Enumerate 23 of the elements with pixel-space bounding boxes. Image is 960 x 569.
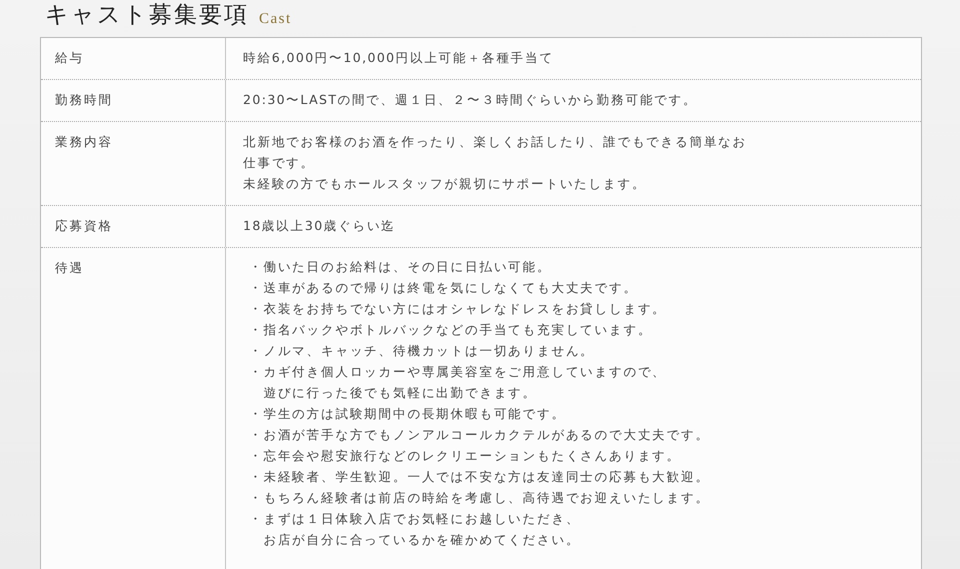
benefit-item: ・送車があるので帰りは終電を気にしなくても大丈夫です。: [249, 279, 639, 297]
benefit-item: ・働いた日のお給料は、その日に日払い可能。: [249, 258, 552, 276]
row-label: 勤務時間: [55, 92, 113, 107]
row-value: 20:30〜LASTの間で、週１日、２〜３時間ぐらいから勤務可能です。: [243, 91, 698, 109]
benefit-item: ・カギ付き個人ロッカーや専属美容室をご用意していますので、 遊びに行った後でも気軽に出勤できます。: [249, 363, 668, 402]
benefit-item: ・忘年会や慰安旅行などのレクリエーションもたくさんあります。: [249, 447, 682, 465]
benefit-item: ・ノルマ、キャッチ、待機カットは一切ありません。: [249, 342, 596, 360]
row-value: 時給6,000円〜10,000円以上可能＋各種手当て: [243, 49, 555, 67]
page-subtitle: Cast: [259, 12, 292, 27]
row-value: 北新地でお客様のお酒を作ったり、楽しくお話したり、誰でもできる簡単なお 仕事です。 未経験の方でもホールスタッフが親切にサポートいたします。: [243, 133, 748, 193]
page-title: キャスト募集要項: [45, 4, 249, 27]
row-label: 給与: [55, 50, 84, 65]
benefit-item: ・お酒が苦手な方でもノンアルコールカクテルがあるので大丈夫です。: [249, 426, 711, 444]
benefit-item: ・指名バックやボトルバックなどの手当ても充実しています。: [249, 321, 654, 339]
row-label: 待遇: [55, 260, 84, 275]
benefit-item: ・未経験者、学生歓迎。一人では不安な方は友達同士の応募も大歓迎。: [249, 468, 711, 486]
row-label: 業務内容: [55, 134, 113, 149]
benefit-item: ・まずは１日体験入店でお気軽にお越しいただき、 お店が自分に合っているかを確かめてください。: [249, 510, 582, 549]
benefit-item: ・もちろん経験者は前店の時給を考慮し、高待遇でお迎えいたします。: [249, 489, 711, 507]
benefit-item: ・衣装をお持ちでない方にはオシャレなドレスをお貸しします。: [249, 300, 668, 318]
row-value: 18歳以上30歳ぐらい迄: [243, 217, 397, 235]
row-label: 応募資格: [55, 218, 113, 233]
benefit-item: ・学生の方は試験期間中の長期休暇も可能です。: [249, 405, 567, 423]
